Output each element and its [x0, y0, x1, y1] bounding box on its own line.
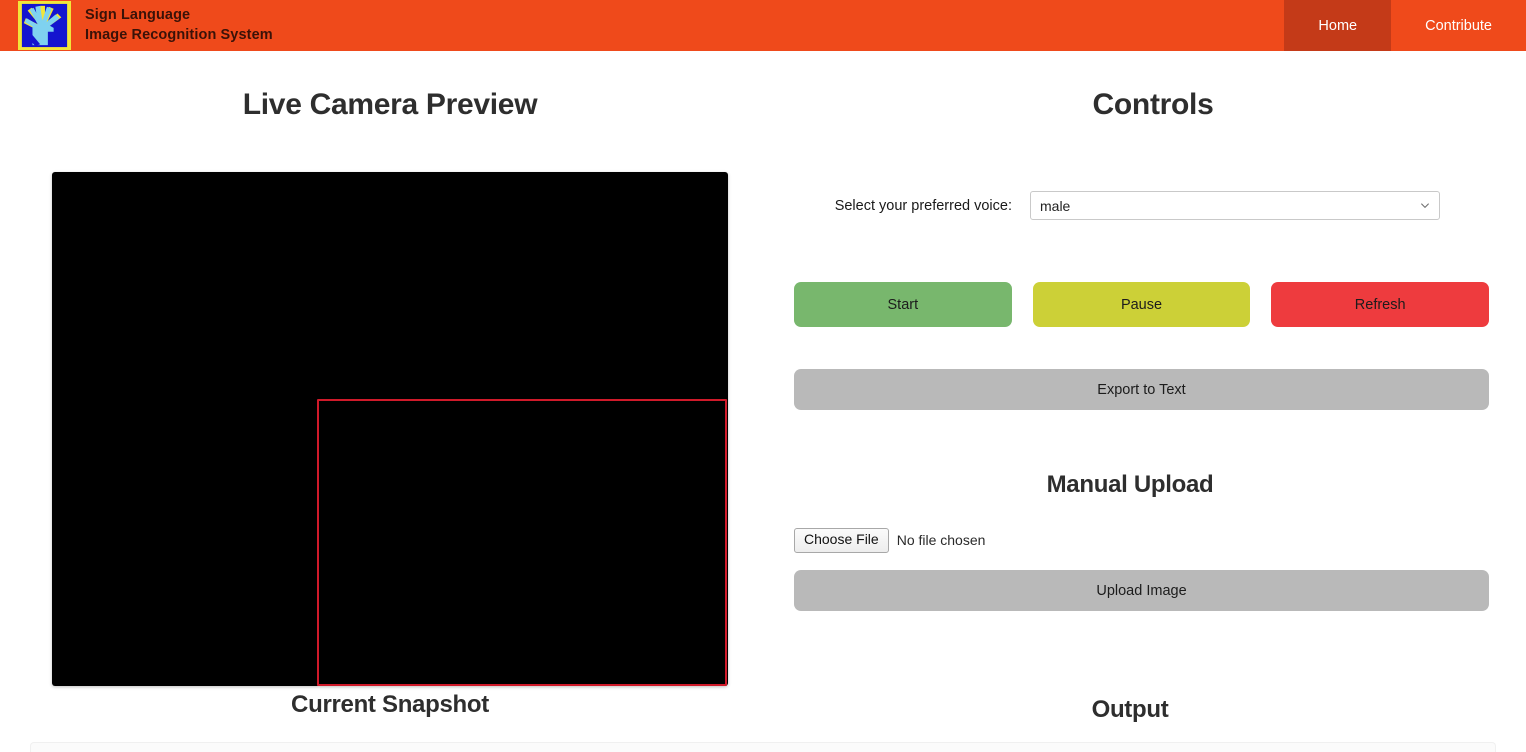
voice-select-label: Select your preferred voice: — [834, 197, 1012, 214]
transport-button-row: Start Pause Refresh — [794, 282, 1490, 327]
output-text-panel[interactable] — [30, 742, 1496, 752]
camera-preview-container — [52, 172, 728, 686]
roi-overlay-rectangle — [317, 399, 727, 686]
nav-links: Home Contribute — [1284, 0, 1526, 51]
export-to-text-button[interactable]: Export to Text — [794, 369, 1489, 410]
file-status-label: No file chosen — [896, 532, 986, 549]
live-camera-preview-title: Live Camera Preview — [242, 88, 538, 121]
left-panel: Live Camera Preview Current Snapshot — [0, 51, 780, 752]
right-panel: Controls Select your preferred voice: ma… — [780, 51, 1526, 752]
refresh-button[interactable]: Refresh — [1271, 282, 1490, 327]
chevron-down-icon — [1420, 200, 1430, 210]
upload-image-button[interactable]: Upload Image — [794, 570, 1489, 611]
manual-upload-title: Manual Upload — [1046, 471, 1214, 498]
output-title: Output — [1091, 696, 1169, 723]
voice-select-value: male — [1040, 197, 1071, 214]
voice-select[interactable]: male — [1030, 191, 1440, 220]
hand-logo-icon — [18, 1, 71, 50]
nav-link-contribute[interactable]: Contribute — [1391, 0, 1526, 51]
start-button[interactable]: Start — [794, 282, 1012, 327]
top-navbar: Sign Language Image Recognition System H… — [0, 0, 1526, 51]
nav-link-home[interactable]: Home — [1284, 0, 1392, 51]
choose-file-button[interactable]: Choose File — [794, 528, 889, 553]
current-snapshot-title: Current Snapshot — [291, 691, 489, 718]
brand-title: Sign Language Image Recognition System — [85, 6, 273, 43]
file-input-row[interactable]: Choose File No file chosen — [794, 528, 985, 553]
brand[interactable]: Sign Language Image Recognition System — [0, 0, 273, 51]
voice-selection-row: Select your preferred voice: male — [780, 191, 1480, 220]
pause-button[interactable]: Pause — [1032, 282, 1251, 327]
controls-title: Controls — [1092, 88, 1214, 121]
